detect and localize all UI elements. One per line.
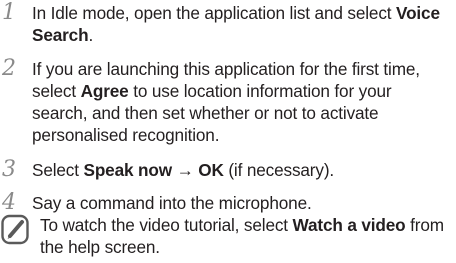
step-text: Say a command into the microphone. xyxy=(32,193,312,213)
note-box: To watch the video tutorial, select Watc… xyxy=(0,214,456,262)
ok-label: OK xyxy=(198,160,224,180)
step-text: If you are launching this application fo… xyxy=(32,59,420,145)
step-number: 1 xyxy=(2,0,16,25)
note-text: To watch the video tutorial, select Watc… xyxy=(40,215,444,257)
step-number: 4 xyxy=(2,190,16,215)
note-pencil-icon xyxy=(1,214,31,246)
speak-now-label: Speak now xyxy=(83,160,173,180)
agree-label: Agree xyxy=(80,81,129,101)
watch-a-video-label: Watch a video xyxy=(292,215,406,235)
step-number: 3 xyxy=(2,157,16,182)
instruction-page: 1 In Idle mode, open the application lis… xyxy=(0,0,456,263)
step-text: In Idle mode, open the application list … xyxy=(32,3,440,45)
step-text: Select Speak now → OK (if necessary). xyxy=(32,160,335,180)
step-number: 2 xyxy=(2,56,16,81)
